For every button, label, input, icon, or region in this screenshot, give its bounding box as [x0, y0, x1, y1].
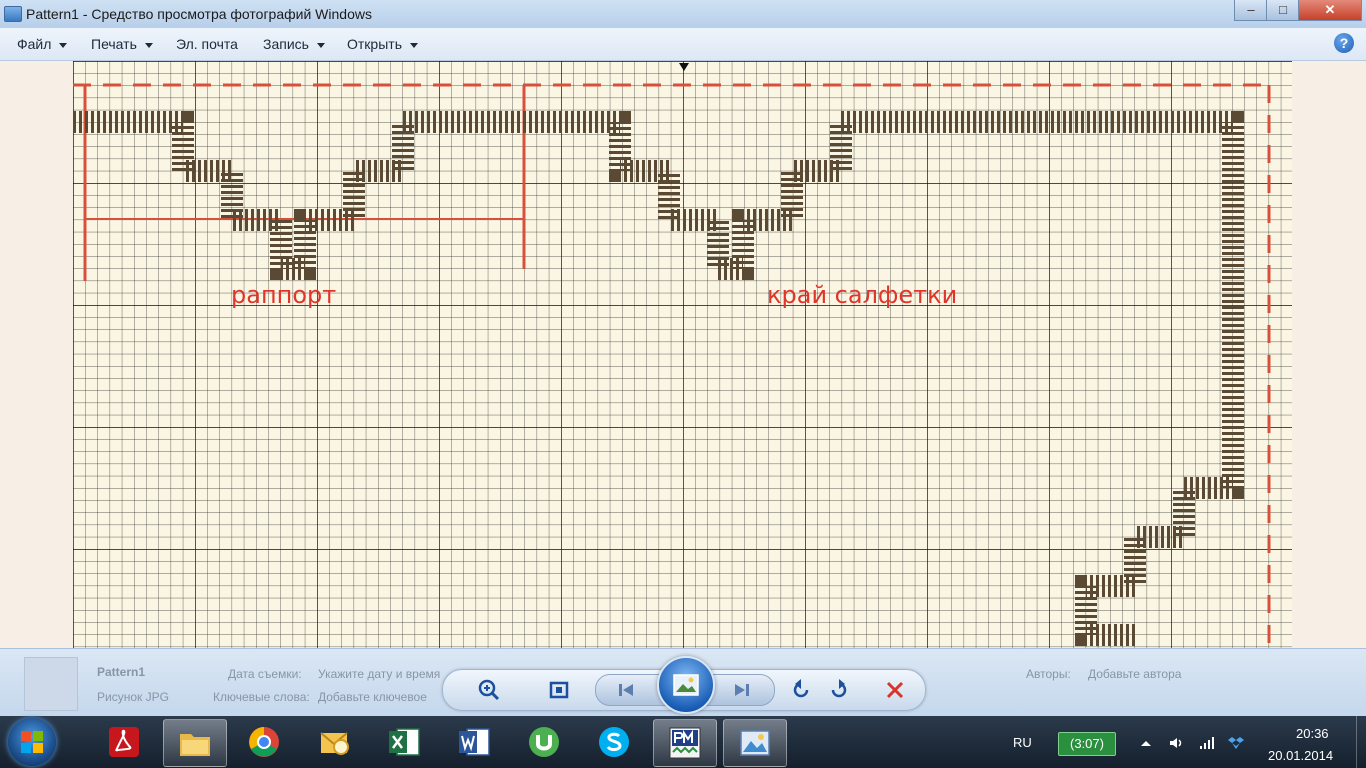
menu-print-label: Печать — [91, 36, 137, 52]
menu-open-label: Открыть — [347, 36, 402, 52]
volume-icon[interactable] — [1168, 736, 1184, 750]
windows-logo-icon — [21, 731, 43, 753]
outlook-icon — [320, 732, 349, 755]
chevron-down-icon — [59, 42, 68, 48]
taskbar-explorer[interactable] — [163, 719, 227, 767]
show-desktop-button[interactable] — [1356, 716, 1366, 768]
chevron-down-icon — [316, 42, 325, 48]
taskbar-word[interactable] — [443, 719, 505, 765]
image-viewport: раппорт край салфетки — [0, 61, 1366, 648]
menu-file[interactable]: Файл — [17, 36, 68, 52]
authors-label: Авторы: — [1026, 667, 1071, 681]
taskbar-photo-viewer[interactable] — [723, 719, 787, 767]
taskbar-pattern-maker[interactable] — [653, 719, 717, 767]
start-button[interactable] — [8, 718, 56, 766]
help-icon[interactable]: ? — [1334, 33, 1354, 53]
dropbox-icon[interactable] — [1228, 736, 1244, 750]
menu-burn-label: Запись — [263, 36, 309, 52]
file-name: Pattern1 — [97, 665, 146, 679]
file-type: Рисунок JPG — [97, 690, 169, 704]
repeat-label: раппорт — [231, 281, 336, 309]
show-hidden-icons-icon[interactable] — [1138, 736, 1154, 750]
menu-file-label: Файл — [17, 36, 52, 52]
folder-icon — [180, 734, 210, 756]
date-label: Дата съемки: — [228, 667, 302, 681]
authors-value[interactable]: Добавьте автора — [1088, 667, 1181, 681]
battery-indicator[interactable]: (3:07) — [1058, 732, 1116, 756]
rotate-right-icon[interactable] — [827, 678, 851, 702]
taskbar: RU (3:07) 20:36 20.01.2014 — [0, 716, 1366, 768]
thumbnail — [24, 657, 78, 711]
pattern-maker-icon — [669, 727, 701, 759]
date-value[interactable]: Укажите дату и время — [318, 667, 440, 681]
word-icon — [459, 728, 490, 756]
maximize-button[interactable]: □ — [1266, 0, 1300, 21]
viewer-controls — [442, 656, 926, 714]
rotate-left-icon[interactable] — [789, 678, 813, 702]
chrome-icon — [249, 727, 279, 757]
taskbar-skype[interactable] — [583, 719, 645, 765]
utorrent-icon — [529, 727, 559, 757]
chevron-down-icon — [409, 42, 418, 48]
pattern-image: раппорт край салфетки — [73, 61, 1292, 648]
menu-bar: Файл Печать Эл. почта Запись Открыть — [0, 28, 1366, 61]
title-bar: Pattern1 - Средство просмотра фотографий… — [0, 0, 1366, 29]
menu-email-label: Эл. почта — [176, 36, 238, 52]
zoom-icon[interactable] — [477, 678, 501, 702]
language-indicator[interactable]: RU — [1013, 735, 1032, 750]
clock-date[interactable]: 20.01.2014 — [1268, 748, 1333, 763]
keywords-value[interactable]: Добавьте ключевое — [318, 690, 427, 704]
network-icon[interactable] — [1198, 736, 1214, 750]
window-title: Pattern1 - Средство просмотра фотографий… — [26, 6, 372, 22]
slideshow-icon — [673, 674, 699, 696]
slideshow-button[interactable] — [657, 656, 715, 714]
photo-viewer-app-icon — [4, 6, 22, 22]
clock-time[interactable]: 20:36 — [1296, 726, 1329, 741]
taskbar-utorrent[interactable] — [513, 719, 575, 765]
menu-burn[interactable]: Запись — [263, 36, 325, 52]
taskbar-outlook[interactable] — [303, 719, 365, 765]
menu-email[interactable]: Эл. почта — [176, 36, 238, 52]
taskbar-excel[interactable] — [373, 719, 435, 765]
photo-viewer-icon — [740, 730, 770, 756]
minimize-button[interactable]: – — [1234, 0, 1268, 21]
menu-open[interactable]: Открыть — [347, 36, 418, 52]
next-icon[interactable] — [730, 678, 754, 702]
chevron-down-icon — [144, 42, 153, 48]
excel-icon — [389, 728, 420, 756]
taskbar-chrome[interactable] — [233, 719, 295, 765]
menu-print[interactable]: Печать — [91, 36, 153, 52]
edge-label: край салфетки — [767, 281, 957, 309]
adobe-reader-icon — [109, 727, 139, 757]
fit-icon[interactable] — [547, 678, 571, 702]
delete-icon[interactable] — [883, 678, 907, 702]
close-button[interactable]: ✕ — [1298, 0, 1362, 21]
skype-icon — [599, 727, 629, 757]
taskbar-adobe-reader[interactable] — [93, 719, 155, 765]
keywords-label: Ключевые слова: — [213, 690, 310, 704]
previous-icon[interactable] — [614, 678, 638, 702]
